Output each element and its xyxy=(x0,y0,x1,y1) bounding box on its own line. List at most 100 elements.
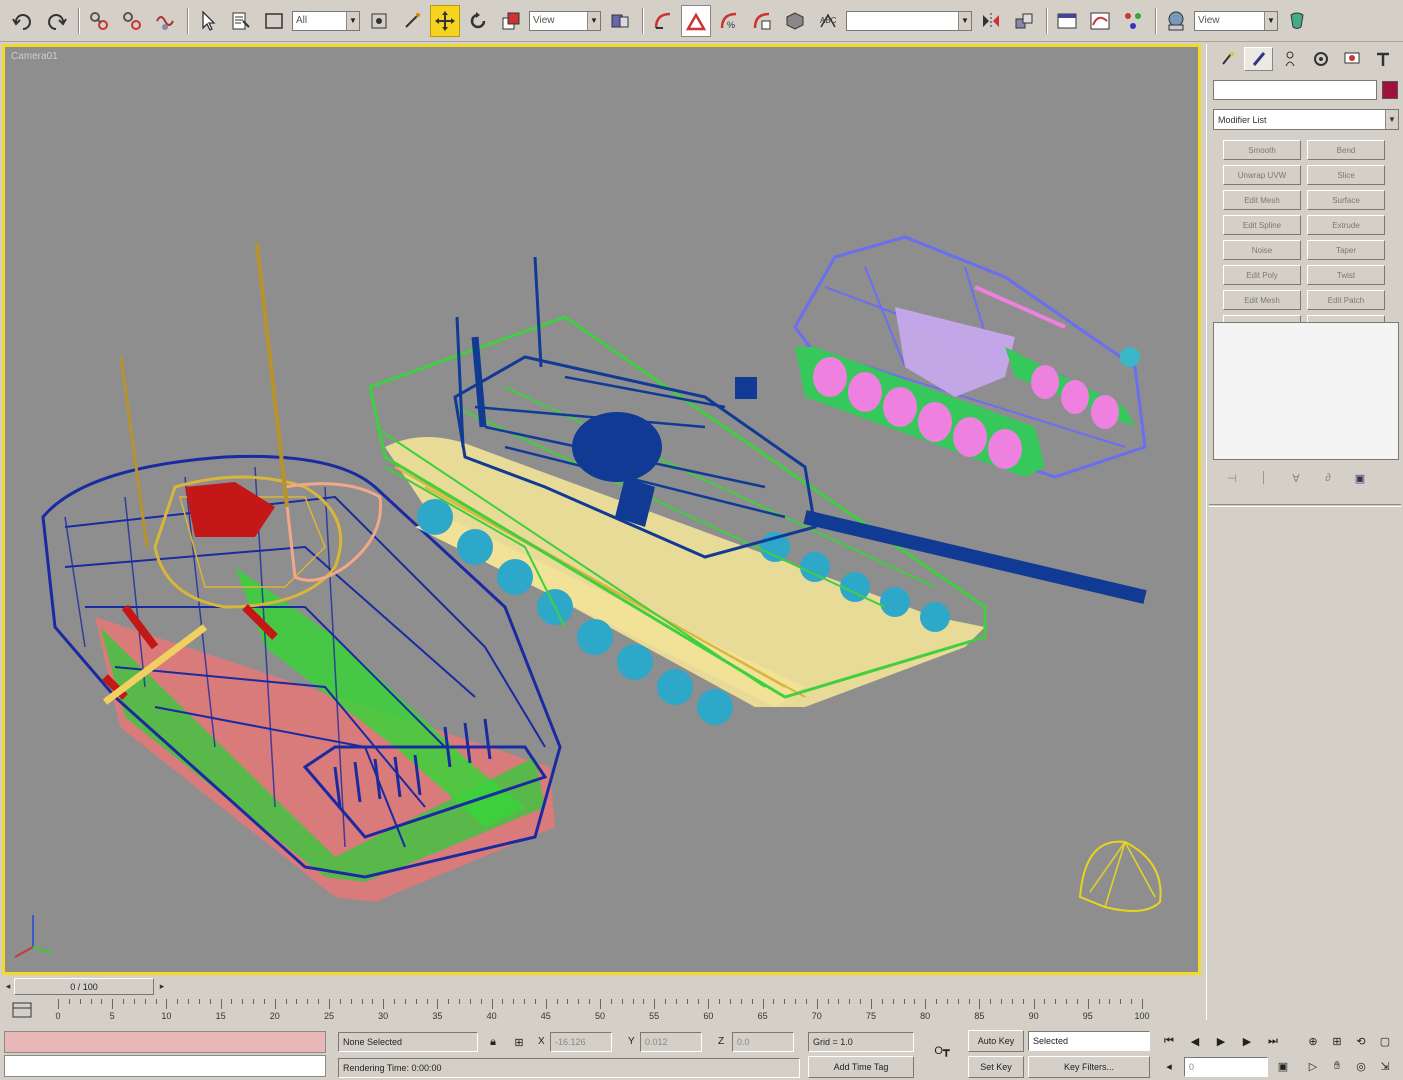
reference-coordinate-dropdown[interactable]: View ▼ xyxy=(529,10,601,31)
select-icon[interactable] xyxy=(193,5,223,37)
add-time-tag-button[interactable]: Add Time Tag xyxy=(808,1056,914,1078)
object-color-swatch[interactable] xyxy=(1382,81,1398,99)
modifier-button[interactable]: Extrude xyxy=(1307,215,1385,235)
remove-modifier-icon[interactable]: ∂ xyxy=(1317,468,1339,488)
make-unique-icon[interactable]: ∀ xyxy=(1285,468,1307,488)
modifier-button[interactable]: Edit Poly xyxy=(1223,265,1301,285)
go-to-start-icon[interactable]: ⏮ xyxy=(1158,1031,1180,1051)
key-mode-toggle-icon[interactable]: ◂ xyxy=(1158,1056,1180,1076)
key-mode-dropdown[interactable]: Selected xyxy=(1028,1031,1150,1051)
rotate-icon[interactable] xyxy=(463,5,493,37)
play-icon[interactable]: ▶ xyxy=(1210,1031,1232,1051)
previous-frame-icon[interactable]: ◂ xyxy=(2,979,14,994)
orbit-icon[interactable]: ◎ xyxy=(1350,1056,1372,1076)
modifier-button[interactable]: Bend xyxy=(1307,140,1385,160)
next-key-icon[interactable]: ▶ xyxy=(1236,1031,1258,1051)
angle-snap-icon[interactable] xyxy=(681,4,711,37)
spinner-snap-icon[interactable] xyxy=(747,5,777,37)
material-editor-icon[interactable] xyxy=(1161,5,1191,37)
pan-icon[interactable]: ✋︎ xyxy=(1326,1056,1348,1076)
redo-icon[interactable] xyxy=(41,5,71,37)
modifier-button[interactable]: Smooth xyxy=(1223,140,1301,160)
motion-icon[interactable] xyxy=(1306,47,1335,71)
utilities-icon[interactable] xyxy=(1368,47,1397,71)
lock-selection-icon[interactable]: 🔒︎ xyxy=(482,1032,504,1052)
named-selection-dropdown[interactable]: ▼ xyxy=(846,10,972,31)
modifier-button[interactable]: Edit Patch xyxy=(1307,290,1385,310)
select-by-name-icon[interactable] xyxy=(226,5,256,37)
modify-icon[interactable] xyxy=(1244,47,1273,71)
schematic-view-icon[interactable] xyxy=(1118,5,1148,37)
next-frame-icon[interactable]: ▸ xyxy=(156,979,168,994)
go-to-end-icon[interactable]: ⏭ xyxy=(1262,1031,1284,1051)
modifier-button[interactable]: Slice xyxy=(1307,165,1385,185)
set-key-button[interactable]: Set Key xyxy=(968,1056,1024,1078)
maxscript-input[interactable] xyxy=(4,1055,326,1077)
maxscript-listener[interactable] xyxy=(4,1031,326,1053)
pivot-center-icon[interactable] xyxy=(605,5,635,37)
configure-sets-icon[interactable]: ▣ xyxy=(1349,468,1371,488)
hierarchy-icon[interactable] xyxy=(1275,47,1304,71)
layer-icon[interactable] xyxy=(1052,5,1082,37)
tick-label: 50 xyxy=(594,1011,606,1021)
link-icon[interactable] xyxy=(84,5,114,37)
select-move-pivot-icon[interactable] xyxy=(397,5,427,37)
select-move-icon[interactable] xyxy=(430,4,460,37)
render-icon[interactable]: ▣ xyxy=(1272,1056,1294,1076)
camera-viewport[interactable]: Camera01 xyxy=(2,44,1201,975)
modifier-button[interactable]: Taper xyxy=(1307,240,1385,260)
align-icon[interactable] xyxy=(1009,5,1039,37)
zoom-icon[interactable]: ⊕ xyxy=(1302,1031,1324,1051)
modifier-list-dropdown[interactable]: Modifier List ▼ xyxy=(1213,109,1399,130)
modifier-button[interactable]: Edit Spline xyxy=(1223,215,1301,235)
arc-rotate-icon[interactable]: ⟲ xyxy=(1350,1031,1372,1051)
current-frame-field[interactable]: 0 xyxy=(1184,1057,1268,1077)
field-of-view-icon[interactable]: ▷ xyxy=(1302,1056,1324,1076)
absolute-mode-icon[interactable]: ⊞ xyxy=(508,1032,530,1052)
key-filters-button[interactable]: Key Filters... xyxy=(1028,1056,1150,1078)
modifier-button[interactable]: Edit Mesh xyxy=(1223,190,1301,210)
snap-toggle-icon[interactable] xyxy=(648,5,678,37)
mirror-icon[interactable] xyxy=(976,5,1006,37)
render-scene-icon[interactable] xyxy=(1282,5,1312,37)
modifier-button[interactable]: Noise xyxy=(1223,240,1301,260)
viewport-label[interactable]: Camera01 xyxy=(11,51,58,62)
min-max-toggle-icon[interactable]: ⇲ xyxy=(1374,1056,1396,1076)
display-icon[interactable] xyxy=(1337,47,1366,71)
render-type-dropdown[interactable]: View ▼ xyxy=(1194,10,1278,31)
key-mode-icon[interactable]: O┳ xyxy=(924,1040,960,1060)
rect-region-icon[interactable] xyxy=(259,5,289,37)
previous-key-icon[interactable]: ◀ xyxy=(1184,1031,1206,1051)
percent-snap-icon[interactable]: % xyxy=(714,5,744,37)
tick-mark xyxy=(1087,999,1089,1009)
modifier-button[interactable]: Surface xyxy=(1307,190,1385,210)
named-selection-icon[interactable] xyxy=(780,5,810,37)
modifier-button[interactable]: Twist xyxy=(1307,265,1385,285)
modifier-button[interactable]: Unwrap UVW xyxy=(1223,165,1301,185)
create-icon[interactable] xyxy=(1213,47,1242,71)
auto-key-button[interactable]: Auto Key xyxy=(968,1030,1024,1052)
modifier-button[interactable]: Edit Mesh xyxy=(1223,290,1301,310)
zoom-all-icon[interactable]: ⊞ xyxy=(1326,1031,1348,1051)
curve-editor-icon[interactable] xyxy=(1085,5,1115,37)
tick-mark xyxy=(665,999,667,1004)
scale-icon[interactable] xyxy=(496,5,526,37)
window-crossing-icon[interactable] xyxy=(364,5,394,37)
tick-mark xyxy=(903,999,905,1004)
undo-icon[interactable] xyxy=(8,5,38,37)
selection-filter-dropdown[interactable]: All ▼ xyxy=(292,10,360,31)
time-slider[interactable]: 0 / 100 xyxy=(14,978,154,995)
track-bar-icon[interactable] xyxy=(10,1000,34,1020)
panel-divider xyxy=(1209,504,1401,507)
bind-spacewarp-icon[interactable] xyxy=(150,5,180,37)
maximize-viewport-icon[interactable]: ▢ xyxy=(1374,1031,1396,1051)
unlink-icon[interactable] xyxy=(117,5,147,37)
z-coordinate-field[interactable]: 0.0 xyxy=(732,1032,794,1052)
x-coordinate-field[interactable]: -16.126 xyxy=(550,1032,612,1052)
object-name-field[interactable] xyxy=(1213,80,1377,100)
edit-named-selection-icon[interactable]: ABC xyxy=(813,5,843,37)
modifier-stack-view[interactable] xyxy=(1213,322,1399,460)
pin-stack-icon[interactable]: ⊣ xyxy=(1221,468,1243,488)
y-coordinate-field[interactable]: 0.012 xyxy=(640,1032,702,1052)
show-end-icon[interactable]: │ xyxy=(1253,468,1275,488)
